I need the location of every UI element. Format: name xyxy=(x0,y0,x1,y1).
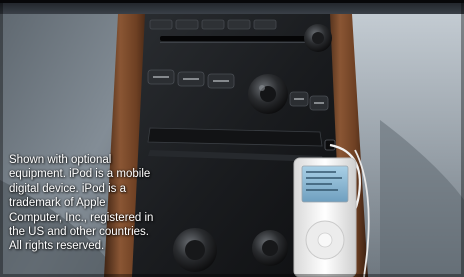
photo-frame: Shown with optional equipment. iPod is a… xyxy=(0,0,464,277)
stereo-button xyxy=(227,19,251,30)
stereo-button xyxy=(201,19,225,30)
stereo-button xyxy=(253,19,277,30)
legal-caption: Shown with optional equipment. iPod is a… xyxy=(9,154,154,253)
stereo-button xyxy=(175,19,199,30)
cd-slot xyxy=(160,36,310,41)
stereo-button xyxy=(149,19,173,30)
ipod-device xyxy=(293,157,357,277)
